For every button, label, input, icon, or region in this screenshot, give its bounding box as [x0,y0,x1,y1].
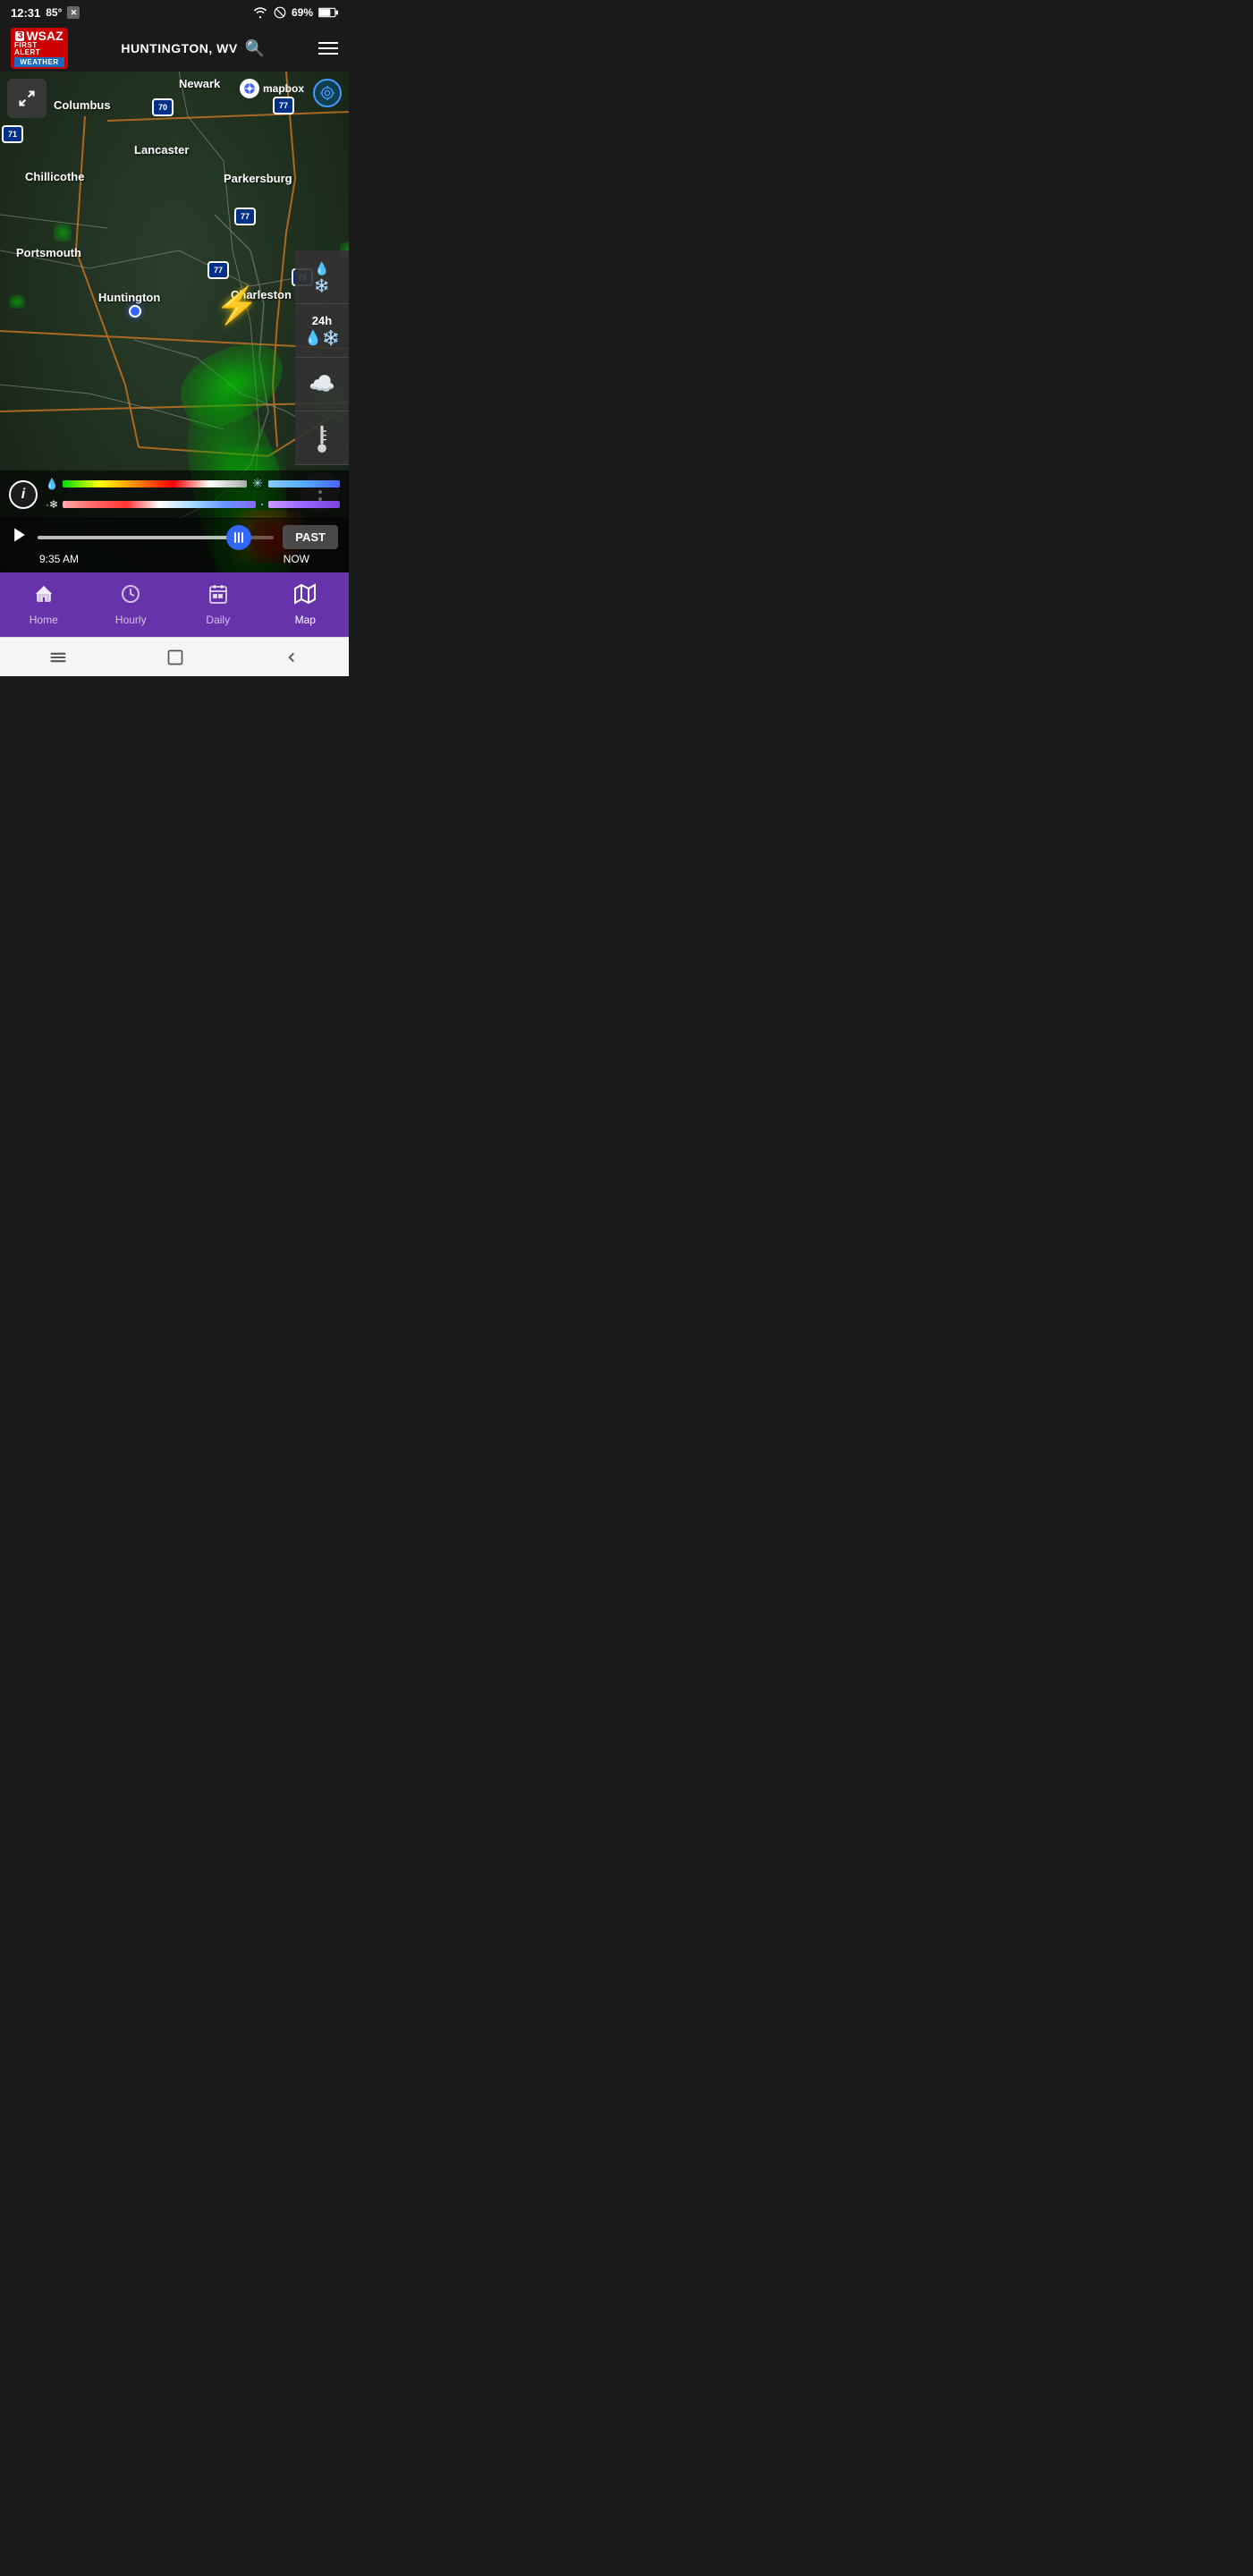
logo-firstalert: FIRST ALERT [14,42,64,56]
radar-blob-small-1 [54,224,72,242]
snow-gradient [63,501,256,508]
timeline-progress [38,536,239,539]
interstate-77-ne: 77 [273,97,294,114]
nav-hourly[interactable]: Hourly [88,572,175,637]
play-button[interactable] [11,526,29,549]
logo-wsaz: 3 WSAZ [15,30,63,42]
legend-row-rain: 💧 ✳ [45,476,340,491]
map-icon [294,583,316,610]
nav-location[interactable]: HUNTINGTON, WV 🔍 [121,39,265,58]
legend-gradients: 💧 ✳ ·❄ · [45,476,340,513]
timeline-track[interactable] [38,536,274,539]
mapbox-label: mapbox [263,82,304,95]
radar-blob-small-3 [9,295,25,309]
cloud-layer-button[interactable]: ☁️ [295,358,349,411]
status-time: 12:31 [11,6,40,20]
status-bar: 12:31 85° ✕ 69% [0,0,349,25]
map-controls-panel: 💧 ❄️ 24h 💧❄️ ☁️ [295,250,349,465]
info-button[interactable]: i [9,480,38,509]
nav-home[interactable]: Home [0,572,88,637]
app-logo: 3 WSAZ FIRST ALERT WEATHER [11,28,68,69]
home-label: Home [30,614,58,626]
expand-button[interactable] [7,79,47,118]
location-text: HUNTINGTON, WV [121,41,237,55]
location-target-button[interactable] [313,79,342,107]
dot-icon: · [259,495,265,513]
battery-level: 69% [292,6,313,19]
legend-row-snow: ·❄ · [45,495,340,513]
close-icon[interactable]: ✕ [67,6,80,19]
temperature-layer-button[interactable] [295,411,349,465]
recent-apps-button[interactable] [49,650,67,665]
daily-icon [207,583,229,610]
snow-asterisk: ✳ [250,476,265,491]
system-nav [0,637,349,676]
interstate-77-south: 77 [207,261,229,279]
bottom-nav: Home Hourly Daily [0,572,349,637]
rain-icon: 💧 [45,478,59,490]
lightning-icon: ⚡ [215,284,259,326]
interstate-71: 71 [2,125,23,143]
search-icon[interactable]: 🔍 [245,39,266,58]
map-container[interactable]: Newark Columbus Lancaster Chillicothe Pa… [0,72,349,572]
mapbox-icon [240,79,259,98]
ice-gradient [268,480,340,487]
thumb-lines [234,532,243,543]
top-nav: 3 WSAZ FIRST ALERT WEATHER HUNTINGTON, W… [0,25,349,72]
menu-icon[interactable] [318,42,338,55]
playback-controls: PAST [11,525,338,549]
no-disturb-icon [274,6,286,19]
snow-icon: ·❄ [45,498,59,511]
logo-weather: WEATHER [14,57,64,67]
map-label: Map [295,614,316,626]
daily-label: Daily [206,614,230,626]
past-button[interactable]: PAST [283,525,338,549]
hourly-icon [120,583,141,610]
logo-wsaz-text: WSAZ [26,30,63,42]
interstate-77-mid: 77 [234,208,256,225]
logo-num: 3 [15,31,24,41]
mapbox-logo: mapbox [240,79,304,98]
legend-bar: i 💧 ✳ ·❄ · [0,470,349,519]
timeline-thumb[interactable] [226,525,251,550]
status-left: 12:31 85° ✕ [11,6,80,20]
status-temp: 85° [46,6,62,19]
interstate-70: 70 [152,98,174,116]
logo-container[interactable]: 3 WSAZ FIRST ALERT WEATHER [11,28,68,69]
hourly-label: Hourly [115,614,147,626]
playback-bar: PAST 9:35 AM NOW [0,518,349,572]
playback-times: 9:35 AM NOW [11,553,338,565]
info-label: i [21,487,25,503]
mix-gradient [268,501,340,508]
wifi-icon [252,6,268,19]
nav-daily[interactable]: Daily [174,572,262,637]
nav-map[interactable]: Map [262,572,350,637]
rain-gradient [63,480,247,487]
home-system-button[interactable] [166,648,184,666]
24h-layer-button[interactable]: 24h 💧❄️ [295,304,349,358]
home-icon [33,583,55,610]
precip-layer-button[interactable]: 💧 ❄️ [295,250,349,304]
location-dot [129,305,141,318]
start-time: 9:35 AM [39,553,79,565]
now-label: NOW [284,553,309,565]
back-button[interactable] [284,649,300,665]
battery-icon [318,7,338,18]
status-right: 69% [252,6,338,19]
